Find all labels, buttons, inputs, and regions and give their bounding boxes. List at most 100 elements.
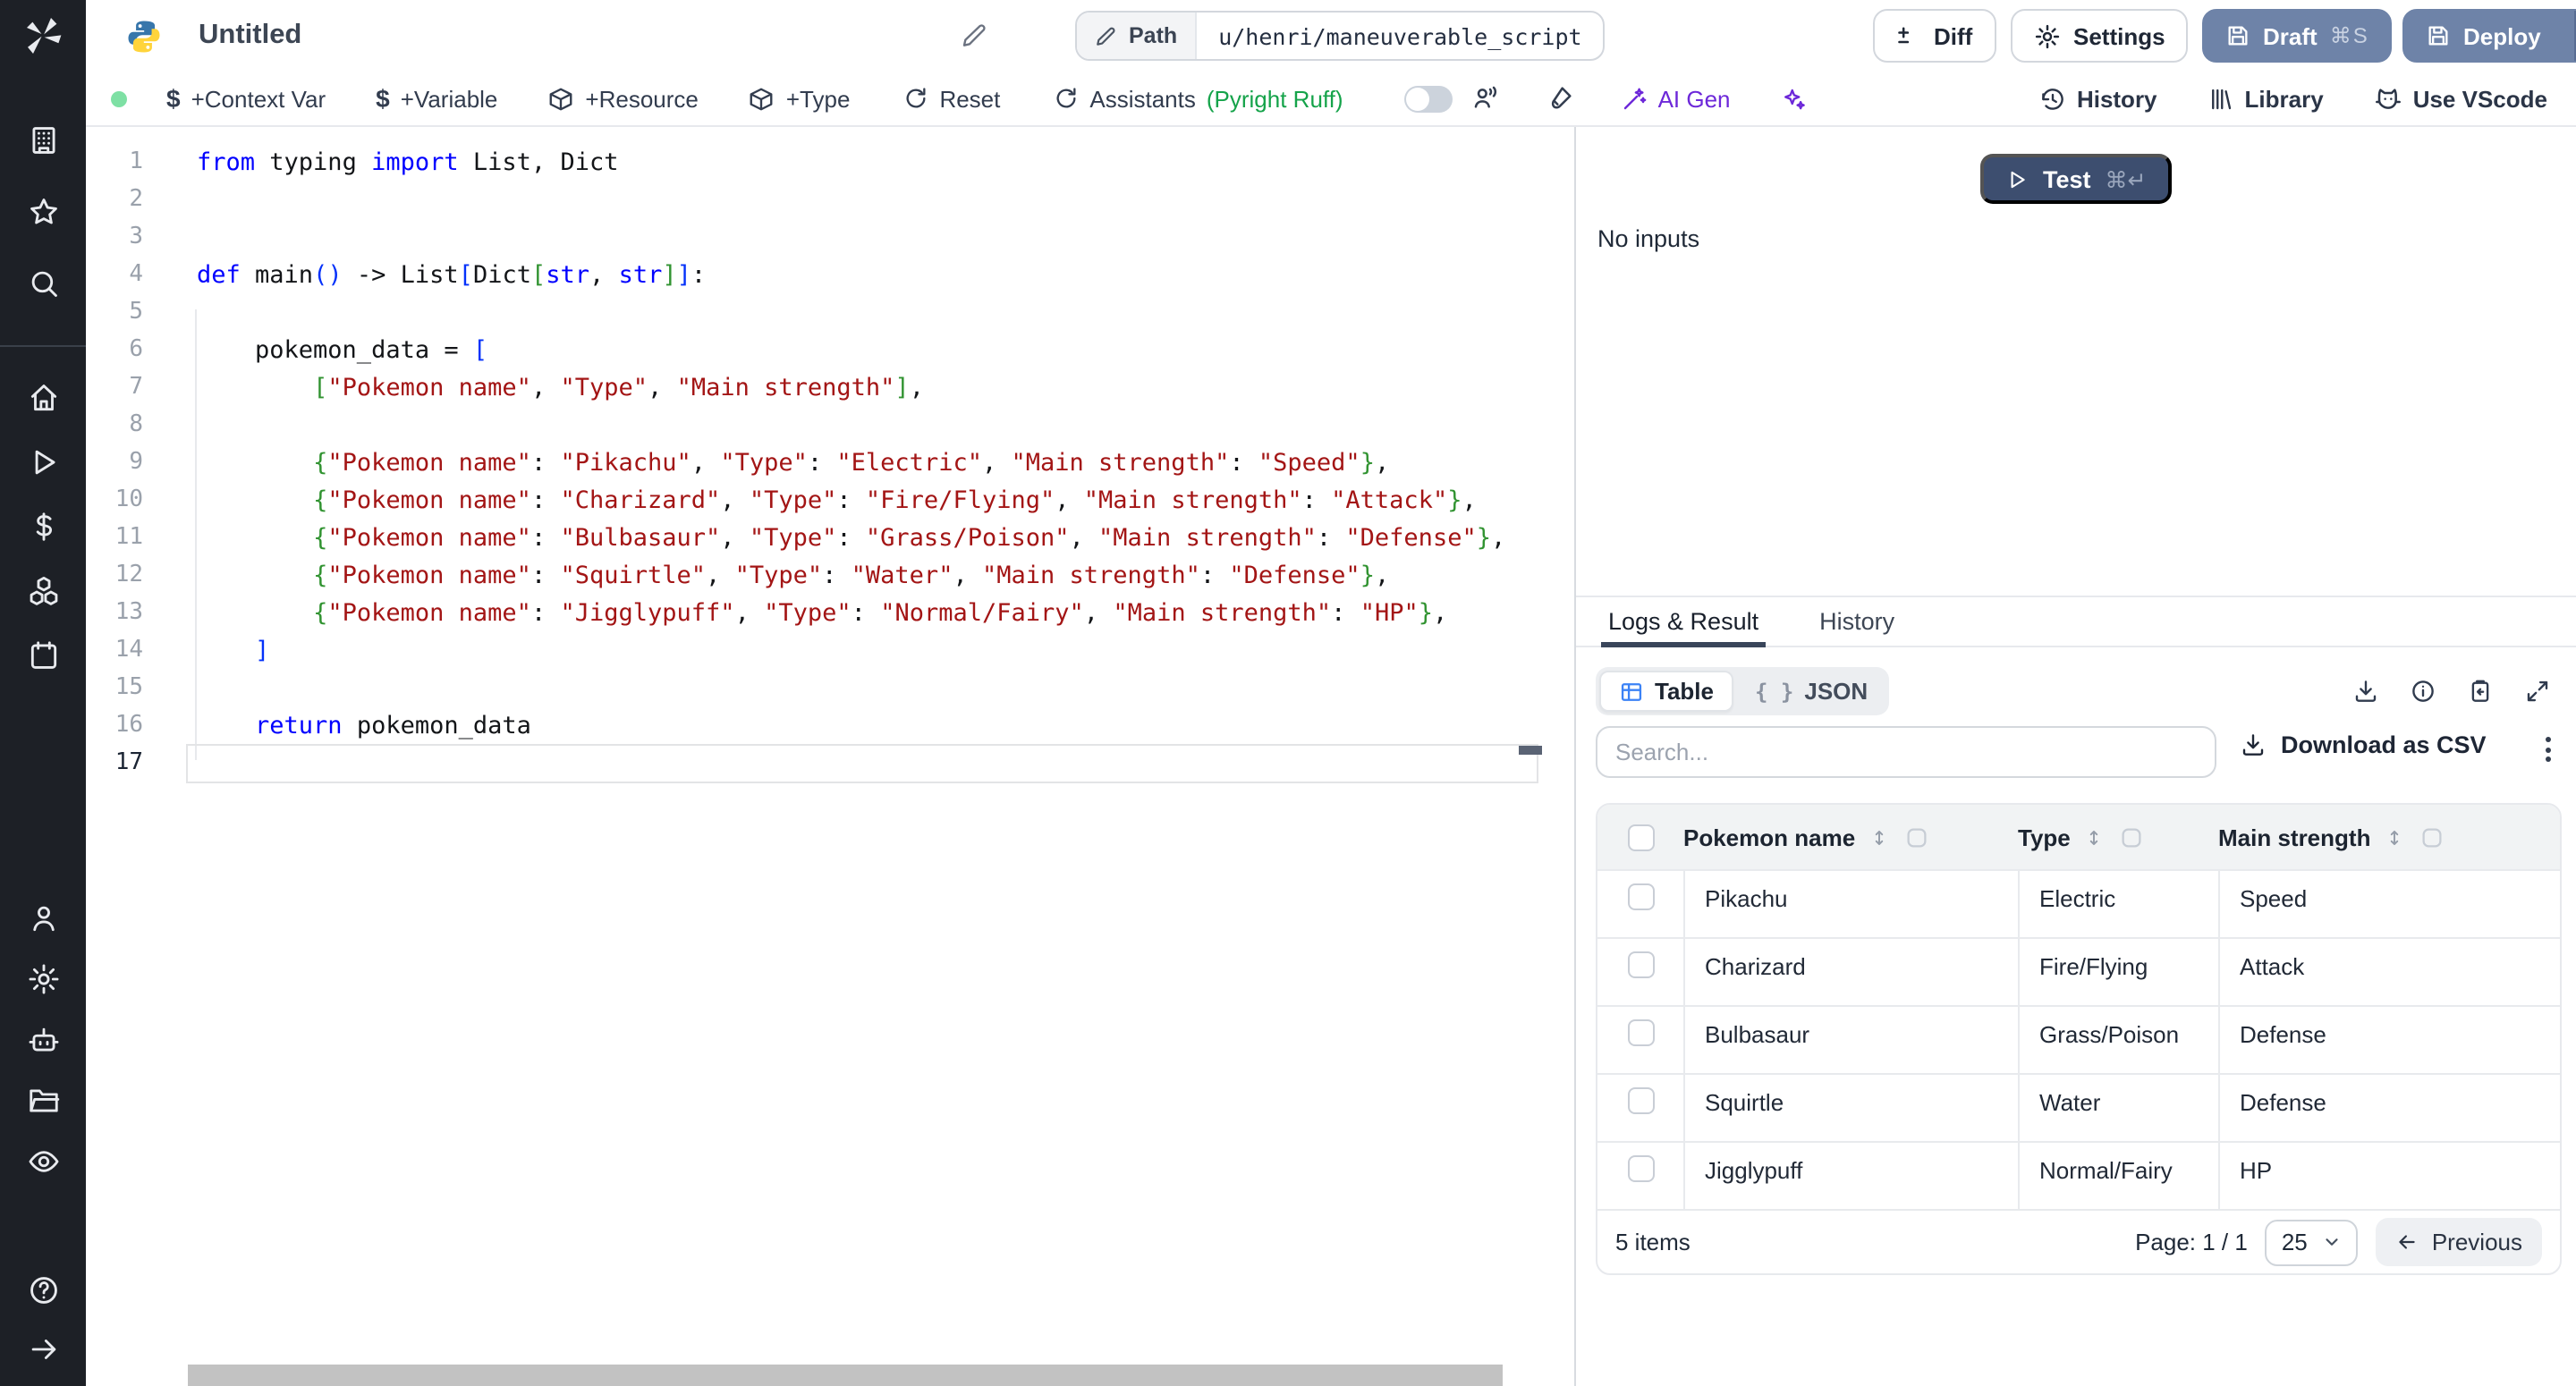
info-icon[interactable] xyxy=(2410,678,2436,705)
sidebar-dollar-icon[interactable] xyxy=(0,508,86,545)
download-icon[interactable] xyxy=(2352,678,2379,705)
sort-icon[interactable] xyxy=(2083,825,2106,849)
line-number: 13 xyxy=(86,599,143,626)
code-line-5[interactable]: 5 xyxy=(86,293,1542,331)
rail-group-admin xyxy=(0,900,86,1180)
previous-page-button[interactable]: Previous xyxy=(2377,1218,2542,1266)
code-line-9[interactable]: 9 {"Pokemon name": "Pikachu", "Type": "E… xyxy=(86,444,1542,481)
row-checkbox[interactable] xyxy=(1627,1087,1654,1114)
tab-logs-result[interactable]: Logs & Result xyxy=(1608,597,1758,646)
column-header: Type xyxy=(2018,824,2218,850)
code-line-17[interactable]: 17 xyxy=(86,744,1542,782)
code-line-7[interactable]: 7 ["Pokemon name", "Type", "Main strengt… xyxy=(86,368,1542,406)
sidebar-robot-icon[interactable] xyxy=(0,1021,86,1059)
download-csv-button[interactable]: Download as CSV xyxy=(2240,731,2487,758)
row-checkbox[interactable] xyxy=(1627,1019,1654,1046)
sidebar-folder-icon[interactable] xyxy=(0,1082,86,1120)
path-value[interactable]: u/henri/maneuverable_script xyxy=(1197,13,1603,59)
code-line-6[interactable]: 6 pokemon_data = [ xyxy=(86,331,1542,368)
code-line-10[interactable]: 10 {"Pokemon name": "Charizard", "Type":… xyxy=(86,481,1542,519)
code-line-4[interactable]: 4def main() -> List[Dict[str, str]]: xyxy=(86,256,1542,293)
code-line-12[interactable]: 12 {"Pokemon name": "Squirtle", "Type": … xyxy=(86,556,1542,594)
table-menu-kebab-icon[interactable] xyxy=(2546,737,2551,762)
column-options-icon[interactable] xyxy=(2119,824,2146,850)
expand-icon[interactable] xyxy=(2524,678,2551,705)
table-row[interactable]: JigglypuffNormal/FairyHP xyxy=(1597,1141,2560,1209)
horizontal-scrollbar[interactable] xyxy=(188,1365,1503,1386)
assistants-button[interactable]: Assistants (Pyright Ruff) xyxy=(1054,85,1343,112)
table-row[interactable]: PikachuElectricSpeed xyxy=(1597,869,2560,937)
sidebar-eye-icon[interactable] xyxy=(0,1143,86,1180)
code-lines[interactable]: 1from typing import List, Dict234def mai… xyxy=(86,143,1542,782)
column-options-icon[interactable] xyxy=(2419,824,2445,850)
play-icon xyxy=(2005,167,2029,190)
settings-button[interactable]: Settings xyxy=(2011,9,2189,63)
items-count: 5 items xyxy=(1615,1229,1690,1255)
code-line-2[interactable]: 2 xyxy=(86,181,1542,218)
braces-json-icon: { } xyxy=(1755,680,1793,702)
tab-history[interactable]: History xyxy=(1819,597,1894,646)
code-line-3[interactable]: 3 xyxy=(86,218,1542,256)
result-search-input[interactable] xyxy=(1596,726,2216,778)
code-line-14[interactable]: 14 ] xyxy=(86,631,1542,669)
table-row[interactable]: CharizardFire/FlyingAttack xyxy=(1597,937,2560,1005)
sort-icon[interactable] xyxy=(1868,825,1891,849)
line-number: 16 xyxy=(86,712,143,739)
multiplayer-toggle[interactable] xyxy=(1404,85,1453,112)
clipboard-copy-icon[interactable] xyxy=(2467,678,2494,705)
sidebar-arrow-right-icon[interactable] xyxy=(0,1331,86,1368)
sidebar-play-icon[interactable] xyxy=(0,444,86,481)
code-editor[interactable]: 1from typing import List, Dict234def mai… xyxy=(86,127,1542,1386)
diff-button[interactable]: Diff xyxy=(1873,9,1996,63)
sidebar-cubes-icon[interactable] xyxy=(0,572,86,610)
sidebar-question-icon[interactable] xyxy=(0,1272,86,1309)
draft-button[interactable]: Draft ⌘S xyxy=(2202,9,2393,63)
overview-ruler-cursor xyxy=(1519,746,1542,755)
view-json-button[interactable]: { } JSON xyxy=(1737,671,1885,712)
row-checkbox[interactable] xyxy=(1627,1155,1654,1182)
line-number: 10 xyxy=(86,486,143,513)
add-resource-button[interactable]: +Resource xyxy=(547,85,698,112)
row-checkbox[interactable] xyxy=(1627,951,1654,978)
column-options-icon[interactable] xyxy=(1903,824,1930,850)
view-table-button[interactable]: Table xyxy=(1599,671,1733,712)
result-view-toggle: Table { } JSON xyxy=(1596,667,1889,715)
table-row[interactable]: SquirtleWaterDefense xyxy=(1597,1073,2560,1141)
code-line-13[interactable]: 13 {"Pokemon name": "Jigglypuff", "Type"… xyxy=(86,594,1542,631)
format-brush-icon[interactable] xyxy=(1546,84,1574,113)
code-line-16[interactable]: 16 return pokemon_data xyxy=(86,706,1542,744)
path-field[interactable]: Path u/henri/maneuverable_script xyxy=(1075,11,1606,61)
code-line-8[interactable]: 8 xyxy=(86,406,1542,444)
sparkles-icon[interactable] xyxy=(1781,85,1808,112)
users-icon[interactable] xyxy=(1470,84,1499,113)
test-run-button[interactable]: Test ⌘↵ xyxy=(1980,154,2172,204)
sidebar-building-icon[interactable] xyxy=(0,122,86,159)
sidebar-home-icon[interactable] xyxy=(0,379,86,417)
history-button[interactable]: History xyxy=(2039,85,2157,112)
code-line-11[interactable]: 11 {"Pokemon name": "Bulbasaur", "Type":… xyxy=(86,519,1542,556)
result-actions xyxy=(2352,678,2551,705)
edit-title-pencil-icon[interactable] xyxy=(961,21,989,50)
save-floppy-icon xyxy=(2426,23,2451,48)
add-type-button[interactable]: +Type xyxy=(749,85,851,112)
add-context-var-button[interactable]: $ +Context Var xyxy=(166,85,326,112)
reset-button[interactable]: Reset xyxy=(903,85,1000,112)
row-checkbox[interactable] xyxy=(1627,883,1654,910)
windmill-logo-icon[interactable] xyxy=(0,14,86,57)
sort-icon[interactable] xyxy=(2383,825,2406,849)
use-vscode-button[interactable]: Use VScode xyxy=(2374,84,2547,113)
add-variable-button[interactable]: $ +Variable xyxy=(376,85,497,112)
sidebar-star-icon[interactable] xyxy=(0,193,86,231)
sidebar-gear-icon[interactable] xyxy=(0,960,86,998)
code-line-1[interactable]: 1from typing import List, Dict xyxy=(86,143,1542,181)
table-row[interactable]: BulbasaurGrass/PoisonDefense xyxy=(1597,1005,2560,1073)
deploy-button[interactable]: Deploy xyxy=(2402,9,2576,63)
select-all-checkbox[interactable] xyxy=(1627,824,1654,850)
code-line-15[interactable]: 15 xyxy=(86,669,1542,706)
sidebar-magnifier-icon[interactable] xyxy=(0,265,86,302)
library-button[interactable]: Library xyxy=(2207,85,2324,112)
sidebar-calendar-icon[interactable] xyxy=(0,637,86,674)
per-page-select[interactable]: 25 xyxy=(2266,1219,2359,1265)
ai-gen-button[interactable]: AI Gen xyxy=(1621,85,1731,112)
sidebar-person-icon[interactable] xyxy=(0,900,86,937)
